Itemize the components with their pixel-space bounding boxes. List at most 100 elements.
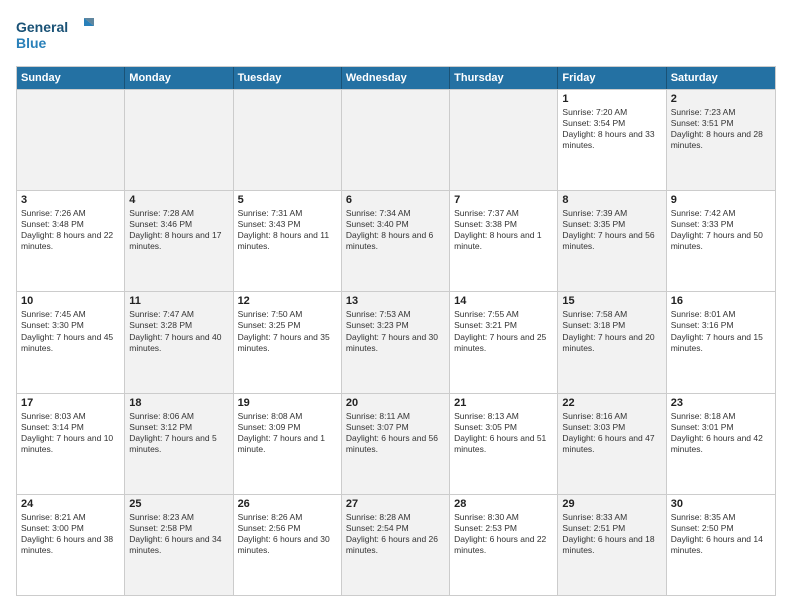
calendar-cell: 28Sunrise: 8:30 AM Sunset: 2:53 PM Dayli… — [450, 495, 558, 595]
cell-text: Sunrise: 7:34 AM Sunset: 3:40 PM Dayligh… — [346, 208, 445, 252]
cell-text: Sunrise: 7:31 AM Sunset: 3:43 PM Dayligh… — [238, 208, 337, 252]
day-number: 27 — [346, 498, 445, 510]
day-number: 25 — [129, 498, 228, 510]
calendar-cell: 12 Sunrise: 7:50 AM Sunset: 3:25 PM Dayli… — [234, 292, 342, 392]
day-number: 8 — [562, 194, 661, 206]
day-number: 23 — [671, 397, 771, 409]
calendar-cell: 21 Sunrise: 8:13 AM Sunset: 3:05 PM Dayli… — [450, 394, 558, 494]
calendar-cell: 5 Sunrise: 7:31 AM Sunset: 3:43 PM Daylig… — [234, 191, 342, 291]
calendar-cell: 15 Sunrise: 7:58 AM Sunset: 3:18 PM Dayli… — [558, 292, 666, 392]
cell-text: Sunrise: 8:11 AM Sunset: 3:07 PM Dayligh… — [346, 411, 445, 455]
calendar-cell: 10 Sunrise: 7:45 AM Sunset: 3:30 PM Dayli… — [17, 292, 125, 392]
weekday-header: Tuesday — [234, 67, 342, 89]
cell-text: Sunrise: 7:26 AM Sunset: 3:48 PM Dayligh… — [21, 208, 120, 252]
calendar-cell: 11 Sunrise: 7:47 AM Sunset: 3:28 PM Dayli… — [125, 292, 233, 392]
weekday-header: Saturday — [667, 67, 775, 89]
calendar-cell: 25 Sunrise: 8:23 AM Sunset: 2:58 PM Dayli… — [125, 495, 233, 595]
cell-text: Sunrise: 7:28 AM Sunset: 3:46 PM Dayligh… — [129, 208, 228, 252]
calendar-cell: 20 Sunrise: 8:11 AM Sunset: 3:07 PM Dayli… — [342, 394, 450, 494]
day-number: 7 — [454, 194, 553, 206]
day-number: 9 — [671, 194, 771, 206]
day-number: 22 — [562, 397, 661, 409]
day-number: 12 — [238, 295, 337, 307]
calendar-body: 1 Sunrise: 7:20 AM Sunset: 3:54 PM Daylig… — [17, 89, 775, 595]
calendar-cell — [450, 90, 558, 190]
day-number: 16 — [671, 295, 771, 307]
day-number: 17 — [21, 397, 120, 409]
calendar-cell: 16 Sunrise: 8:01 AM Sunset: 3:16 PM Dayli… — [667, 292, 775, 392]
cell-text: Sunrise: 7:58 AM Sunset: 3:18 PM Dayligh… — [562, 309, 661, 353]
day-number: 28 — [454, 498, 553, 510]
calendar-cell: 27 Sunrise: 8:28 AM Sunset: 2:54 PM Dayli… — [342, 495, 450, 595]
cell-text: Sunrise: 8:01 AM Sunset: 3:16 PM Dayligh… — [671, 309, 771, 353]
cell-text: Sunrise: 7:37 AM Sunset: 3:38 PM Dayligh… — [454, 208, 553, 252]
cell-text: Sunrise: 7:50 AM Sunset: 3:25 PM Dayligh… — [238, 309, 337, 353]
calendar-header: SundayMondayTuesdayWednesdayThursdayFrid… — [17, 67, 775, 89]
svg-text:General: General — [16, 19, 68, 35]
day-number: 13 — [346, 295, 445, 307]
day-number: 10 — [21, 295, 120, 307]
day-number: 2 — [671, 93, 771, 105]
header: General Blue — [16, 16, 776, 56]
cell-text: Sunrise: 7:45 AM Sunset: 3:30 PM Dayligh… — [21, 309, 120, 353]
cell-text: Sunrise: 8:18 AM Sunset: 3:01 PM Dayligh… — [671, 411, 771, 455]
calendar-cell: 8 Sunrise: 7:39 AM Sunset: 3:35 PM Daylig… — [558, 191, 666, 291]
day-number: 11 — [129, 295, 228, 307]
calendar-cell: 7 Sunrise: 7:37 AM Sunset: 3:38 PM Daylig… — [450, 191, 558, 291]
cell-text: Sunrise: 8:28 AM Sunset: 2:54 PM Dayligh… — [346, 512, 445, 556]
cell-text: Sunrise: 8:21 AM Sunset: 3:00 PM Dayligh… — [21, 512, 120, 556]
day-number: 5 — [238, 194, 337, 206]
calendar-row: 3 Sunrise: 7:26 AM Sunset: 3:48 PM Daylig… — [17, 190, 775, 291]
cell-text: Sunrise: 8:06 AM Sunset: 3:12 PM Dayligh… — [129, 411, 228, 455]
calendar-cell: 14Sunrise: 7:55 AM Sunset: 3:21 PM Dayli… — [450, 292, 558, 392]
weekday-header: Monday — [125, 67, 233, 89]
cell-text: Sunrise: 7:42 AM Sunset: 3:33 PM Dayligh… — [671, 208, 771, 252]
cell-text: Sunrise: 7:23 AM Sunset: 3:51 PM Dayligh… — [671, 107, 771, 151]
calendar-cell: 30 Sunrise: 8:35 AM Sunset: 2:50 PM Dayli… — [667, 495, 775, 595]
calendar-cell: 1 Sunrise: 7:20 AM Sunset: 3:54 PM Daylig… — [558, 90, 666, 190]
cell-text: Sunrise: 8:23 AM Sunset: 2:58 PM Dayligh… — [129, 512, 228, 556]
calendar-row: 10 Sunrise: 7:45 AM Sunset: 3:30 PM Dayli… — [17, 291, 775, 392]
calendar-cell: 23 Sunrise: 8:18 AM Sunset: 3:01 PM Dayli… — [667, 394, 775, 494]
day-number: 21 — [454, 397, 553, 409]
cell-text: Sunrise: 7:47 AM Sunset: 3:28 PM Dayligh… — [129, 309, 228, 353]
day-number: 3 — [21, 194, 120, 206]
day-number: 30 — [671, 498, 771, 510]
day-number: 26 — [238, 498, 337, 510]
day-number: 15 — [562, 295, 661, 307]
calendar-cell: 9 Sunrise: 7:42 AM Sunset: 3:33 PM Daylig… — [667, 191, 775, 291]
day-number: 24 — [21, 498, 120, 510]
cell-text: Sunrise: 7:20 AM Sunset: 3:54 PM Dayligh… — [562, 107, 661, 151]
cell-text: Sunrise: 8:13 AM Sunset: 3:05 PM Dayligh… — [454, 411, 553, 455]
cell-text: Sunrise: 7:39 AM Sunset: 3:35 PM Dayligh… — [562, 208, 661, 252]
calendar-row: 17Sunrise: 8:03 AM Sunset: 3:14 PM Dayli… — [17, 393, 775, 494]
calendar-cell: 13Sunrise: 7:53 AM Sunset: 3:23 PM Dayli… — [342, 292, 450, 392]
calendar-cell — [17, 90, 125, 190]
calendar-cell — [125, 90, 233, 190]
cell-text: Sunrise: 8:26 AM Sunset: 2:56 PM Dayligh… — [238, 512, 337, 556]
calendar-cell: 3 Sunrise: 7:26 AM Sunset: 3:48 PM Daylig… — [17, 191, 125, 291]
day-number: 29 — [562, 498, 661, 510]
calendar-cell: 17Sunrise: 8:03 AM Sunset: 3:14 PM Dayli… — [17, 394, 125, 494]
cell-text: Sunrise: 8:33 AM Sunset: 2:51 PM Dayligh… — [562, 512, 661, 556]
weekday-header: Wednesday — [342, 67, 450, 89]
day-number: 19 — [238, 397, 337, 409]
svg-text:Blue: Blue — [16, 35, 47, 51]
calendar-cell: 29 Sunrise: 8:33 AM Sunset: 2:51 PM Dayli… — [558, 495, 666, 595]
day-number: 1 — [562, 93, 661, 105]
calendar-row: 1 Sunrise: 7:20 AM Sunset: 3:54 PM Daylig… — [17, 89, 775, 190]
day-number: 20 — [346, 397, 445, 409]
calendar-cell: 18 Sunrise: 8:06 AM Sunset: 3:12 PM Dayli… — [125, 394, 233, 494]
day-number: 4 — [129, 194, 228, 206]
calendar-cell — [342, 90, 450, 190]
cell-text: Sunrise: 8:35 AM Sunset: 2:50 PM Dayligh… — [671, 512, 771, 556]
weekday-header: Thursday — [450, 67, 558, 89]
calendar-cell: 22Sunrise: 8:16 AM Sunset: 3:03 PM Dayli… — [558, 394, 666, 494]
day-number: 18 — [129, 397, 228, 409]
calendar: SundayMondayTuesdayWednesdayThursdayFrid… — [16, 66, 776, 596]
calendar-cell: 4 Sunrise: 7:28 AM Sunset: 3:46 PM Daylig… — [125, 191, 233, 291]
weekday-header: Friday — [558, 67, 666, 89]
cell-text: Sunrise: 7:55 AM Sunset: 3:21 PM Dayligh… — [454, 309, 553, 353]
calendar-cell — [234, 90, 342, 190]
calendar-row: 24 Sunrise: 8:21 AM Sunset: 3:00 PM Dayli… — [17, 494, 775, 595]
